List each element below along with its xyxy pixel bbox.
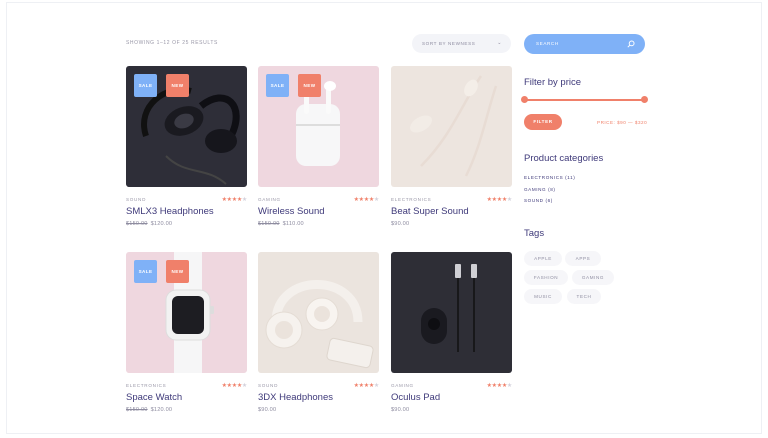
product-title[interactable]: SMLX3 Headphones	[126, 206, 214, 217]
tags-heading: Tags	[524, 228, 545, 239]
tag-fashion[interactable]: FASHION	[524, 270, 568, 285]
product-price: $90.00	[258, 407, 276, 413]
sort-dropdown[interactable]: SORT BY NEWNESS ⌄	[412, 34, 511, 53]
old-price: $150.00	[126, 407, 148, 413]
page-frame	[6, 2, 762, 434]
category-link-sound[interactable]: SOUND (6)	[524, 198, 553, 203]
results-count: SHOWING 1–12 OF 25 RESULTS	[126, 40, 218, 46]
product-category[interactable]: SOUND	[258, 383, 278, 388]
product-title[interactable]: Wireless Sound	[258, 206, 325, 217]
product-title[interactable]: Oculus Pad	[391, 392, 440, 403]
sale-badge: SALE	[266, 74, 289, 97]
earphones-image	[410, 75, 498, 177]
filter-button[interactable]: FILTER	[524, 114, 562, 130]
search-placeholder: SEARCH	[536, 41, 559, 46]
old-price: $150.00	[258, 221, 280, 227]
product-price: $150.00 $110.00	[258, 221, 304, 227]
product-category[interactable]: SOUND	[126, 197, 146, 202]
product-image[interactable]	[391, 252, 512, 373]
product-title[interactable]: Beat Super Sound	[391, 206, 469, 217]
product-price: $90.00	[391, 407, 409, 413]
old-price: $150.00	[126, 221, 148, 227]
rating-stars: ★★★★★	[221, 197, 248, 203]
product-image[interactable]: SALE NEW	[126, 252, 247, 373]
price-slider-max-handle[interactable]	[641, 96, 648, 103]
sort-label: SORT BY NEWNESS	[422, 41, 476, 46]
current-price: $90.00	[391, 221, 410, 227]
current-price: $120.00	[150, 221, 173, 227]
product-image[interactable]	[258, 252, 379, 373]
product-category[interactable]: ELECTRONICS	[391, 197, 431, 202]
product-image[interactable]	[391, 66, 512, 187]
tag-gaming[interactable]: GAMING	[572, 270, 614, 285]
price-range-label: PRICE: $90 — $320	[597, 120, 648, 125]
product-category[interactable]: GAMING	[391, 383, 414, 388]
category-link-gaming[interactable]: GAMING (8)	[524, 187, 556, 192]
rating-stars: ★★★★★	[221, 383, 248, 389]
new-badge: NEW	[298, 74, 321, 97]
search-input[interactable]: SEARCH	[524, 34, 645, 54]
current-price: $90.00	[391, 407, 410, 413]
tag-apps[interactable]: APPS	[565, 251, 601, 266]
price-slider-track[interactable]	[524, 99, 645, 101]
tag-tech[interactable]: TECH	[567, 289, 601, 304]
categories-heading: Product categories	[524, 153, 604, 164]
product-category[interactable]: GAMING	[258, 197, 281, 202]
search-icon[interactable]	[627, 40, 635, 48]
current-price: $110.00	[282, 221, 304, 227]
tag-music[interactable]: MUSIC	[524, 289, 562, 304]
rating-stars: ★★★★★	[486, 197, 513, 203]
product-price: $90.00	[391, 221, 409, 227]
cable-image	[421, 264, 477, 352]
product-price: $150.00 $120.00	[126, 221, 172, 227]
rating-stars: ★★★★★	[353, 197, 380, 203]
new-badge: NEW	[166, 260, 189, 283]
rating-stars: ★★★★★	[353, 383, 380, 389]
new-badge: NEW	[166, 74, 189, 97]
current-price: $90.00	[258, 407, 277, 413]
rating-stars: ★★★★★	[486, 383, 513, 389]
product-title[interactable]: 3DX Headphones	[258, 392, 333, 403]
sale-badge: SALE	[134, 74, 157, 97]
filter-heading: Filter by price	[524, 77, 582, 88]
product-price: $150.00 $120.00	[126, 407, 172, 413]
category-link-electronics[interactable]: ELECTRONICS (11)	[524, 175, 575, 180]
product-title[interactable]: Space Watch	[126, 392, 182, 403]
product-category[interactable]: ELECTRONICS	[126, 383, 166, 388]
current-price: $120.00	[150, 407, 173, 413]
sale-badge: SALE	[134, 260, 157, 283]
tag-apple[interactable]: APPLE	[524, 251, 562, 266]
product-image[interactable]: SALE NEW	[258, 66, 379, 187]
chevron-down-icon: ⌄	[497, 40, 502, 46]
headphones-image	[265, 280, 374, 369]
product-image[interactable]: SALE NEW	[126, 66, 247, 187]
price-slider-min-handle[interactable]	[521, 96, 528, 103]
